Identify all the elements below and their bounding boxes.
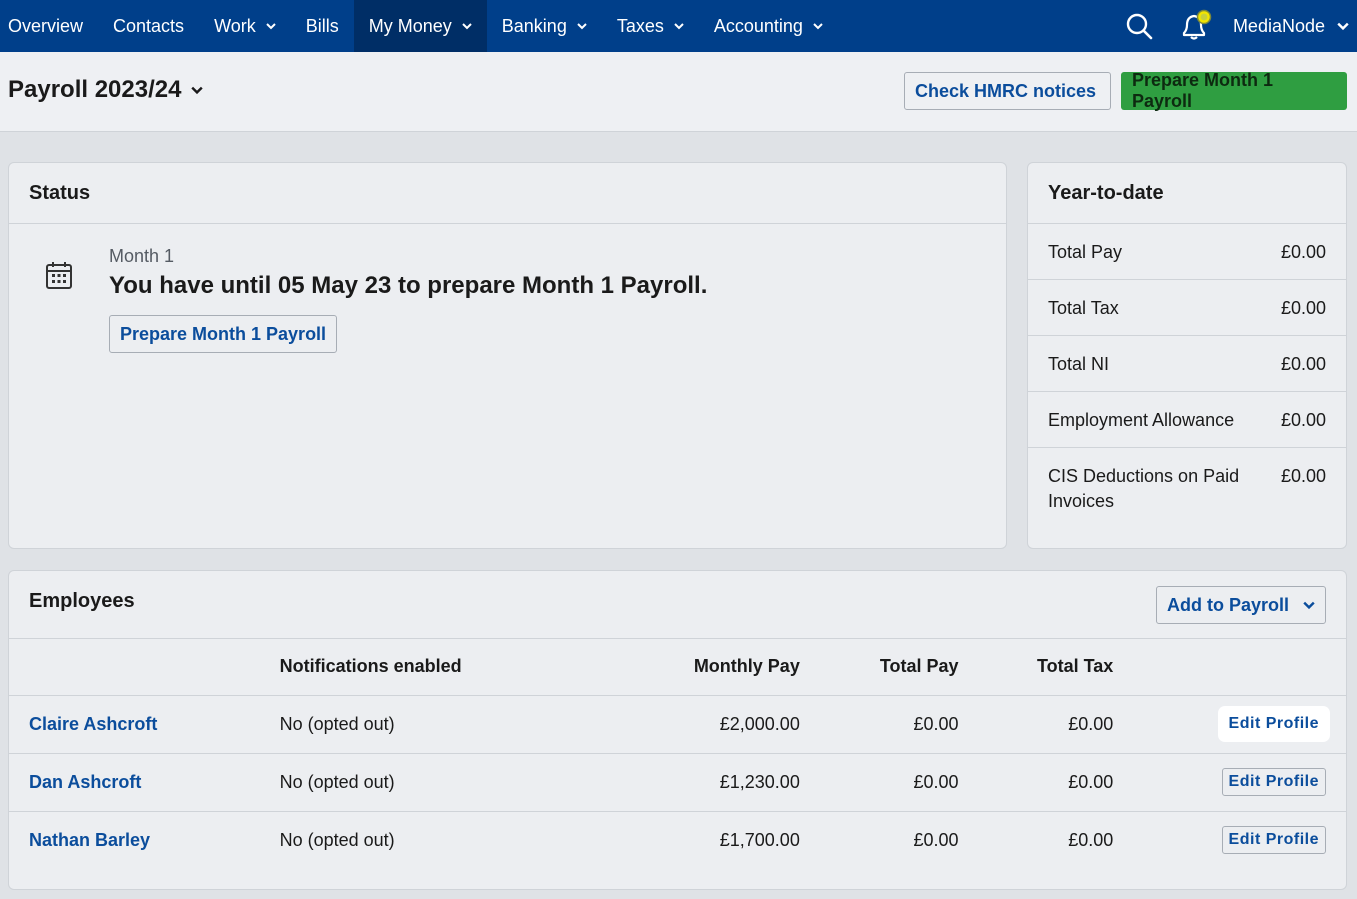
actions-cell: Edit Profile	[1113, 695, 1346, 754]
actions-cell: Edit Profile	[1113, 811, 1346, 869]
ytd-row-cis-deductions: CIS Deductions on Paid Invoices £0.00	[1028, 448, 1346, 545]
chevron-down-icon	[1303, 601, 1315, 610]
total-tax-cell: £0.00	[1068, 829, 1114, 850]
ytd-value: £0.00	[1280, 354, 1326, 374]
nav-overview[interactable]: Overview	[0, 0, 98, 52]
monthly-pay-cell: £1,700.00	[719, 829, 800, 850]
payroll-year-selector[interactable]: Payroll 2023/24	[8, 76, 204, 104]
nav-accounting[interactable]: Accounting	[699, 0, 838, 52]
nav-bills-label: Bills	[305, 15, 339, 36]
nav-contacts-label: Contacts	[113, 15, 185, 36]
chevron-down-icon	[462, 23, 472, 30]
add-to-payroll-button[interactable]: Add to Payroll	[1155, 586, 1326, 624]
org-menu[interactable]: MediaNode	[1223, 16, 1357, 37]
chevron-down-icon	[191, 86, 204, 95]
year-to-date-card: Year-to-date Total Pay £0.00 Total Tax £…	[1027, 162, 1347, 549]
ytd-label: Total Tax	[1048, 298, 1119, 318]
table-row: Claire Ashcroft No (opted out) £2,000.00…	[9, 695, 1346, 754]
search-button[interactable]	[1111, 0, 1167, 52]
nav-work-label: Work	[214, 15, 256, 36]
chevron-down-icon	[813, 23, 823, 30]
org-name-label: MediaNode	[1232, 15, 1325, 36]
nav-banking-label: Banking	[501, 15, 567, 36]
status-month: Month 1	[109, 246, 175, 266]
ytd-label: Total Pay	[1048, 242, 1123, 262]
nav-taxes-label: Taxes	[616, 15, 664, 36]
ytd-value: £0.00	[1280, 242, 1326, 262]
edit-profile-button[interactable]: Edit Profile	[1221, 826, 1326, 855]
ytd-label: CIS Deductions on Paid Invoices	[1048, 466, 1240, 511]
monthly-pay-cell: £1,230.00	[579, 753, 800, 812]
col-header-total-pay: Total Pay	[799, 639, 959, 696]
nav-contacts[interactable]: Contacts	[98, 0, 199, 52]
chevron-down-icon	[266, 23, 276, 30]
ytd-row-employment-allowance: Employment Allowance £0.00	[1028, 392, 1346, 448]
search-icon	[1126, 13, 1153, 40]
employees-title: Employees	[29, 590, 135, 612]
nav-work[interactable]: Work	[199, 0, 291, 52]
chevron-down-icon	[577, 23, 587, 30]
employee-name-link[interactable]: Claire Ashcroft	[9, 695, 280, 754]
edit-profile-button[interactable]: Edit Profile	[1221, 768, 1326, 796]
ytd-value: £0.00	[1280, 466, 1326, 486]
nav-banking[interactable]: Banking	[487, 0, 602, 52]
add-to-payroll-label: Add to Payroll	[1166, 594, 1289, 615]
notifications-cell: No (opted out)	[279, 829, 395, 850]
ytd-value: £0.00	[1280, 410, 1326, 430]
employee-name-link[interactable]: Dan Ashcroft	[9, 753, 280, 812]
total-tax-cell: £0.00	[958, 695, 1114, 754]
ytd-value: £0.00	[1280, 298, 1326, 318]
col-header-notifications: Notifications enabled	[279, 639, 580, 696]
ytd-label: Employment Allowance	[1048, 410, 1235, 430]
status-prepare-payroll-button[interactable]: Prepare Month 1 Payroll	[109, 315, 338, 353]
bell-icon	[1182, 9, 1212, 40]
col-header-name	[9, 639, 280, 696]
top-nav: Overview Contacts Work Bills My Money Ba…	[0, 0, 1357, 52]
col-header-total-tax: Total Tax	[958, 639, 1114, 696]
notifications-button[interactable]	[1167, 0, 1223, 52]
calendar-icon	[46, 262, 72, 289]
check-hmrc-notices-button[interactable]: Check HMRC notices	[904, 72, 1111, 110]
total-pay-cell: £0.00	[799, 695, 959, 754]
col-header-actions	[1113, 639, 1346, 696]
ytd-row-total-ni: Total NI £0.00	[1028, 336, 1346, 392]
ytd-title: Year-to-date	[1048, 181, 1164, 204]
table-row: Dan Ashcroft No (opted out) £1,230.00 £0…	[9, 753, 1346, 812]
page-title: Payroll 2023/24	[8, 76, 182, 103]
ytd-row-total-pay: Total Pay £0.00	[1028, 224, 1346, 280]
ytd-label: Total NI	[1048, 354, 1110, 374]
monthly-pay-cell: £2,000.00	[579, 695, 800, 754]
employees-table: Notifications enabled Monthly Pay Total …	[9, 639, 1346, 869]
employees-card: Employees Add to Payroll Notifications e…	[8, 570, 1347, 890]
status-message: You have until 05 May 23 to prepare Mont…	[109, 272, 708, 299]
actions-cell: Edit Profile	[1113, 753, 1346, 812]
status-card: Status Month 1 You have until 05 May 23 …	[8, 162, 1007, 549]
page-header: Payroll 2023/24 Check HMRC notices Prepa…	[0, 52, 1357, 132]
notifications-cell: No (opted out)	[279, 695, 580, 754]
table-header-row: Notifications enabled Monthly Pay Total …	[9, 639, 1346, 696]
table-row: Nathan Barley No (opted out) £1,700.00 £…	[9, 811, 1346, 869]
total-pay-cell: £0.00	[799, 753, 959, 812]
chevron-down-icon	[674, 23, 684, 30]
nav-bills[interactable]: Bills	[291, 0, 354, 52]
employee-name-link[interactable]: Nathan Barley	[9, 811, 280, 869]
col-header-monthly-pay: Monthly Pay	[579, 639, 800, 696]
nav-accounting-label: Accounting	[713, 15, 803, 36]
total-tax-cell: £0.00	[958, 753, 1114, 812]
total-pay-cell: £0.00	[913, 829, 959, 850]
edit-profile-button[interactable]: Edit Profile	[1221, 710, 1326, 738]
status-title: Status	[29, 181, 91, 204]
ytd-row-total-tax: Total Tax £0.00	[1028, 280, 1346, 336]
nav-taxes[interactable]: Taxes	[602, 0, 699, 52]
notifications-cell: No (opted out)	[279, 753, 580, 812]
prepare-payroll-button[interactable]: Prepare Month 1 Payroll	[1121, 70, 1347, 111]
nav-my-money-label: My Money	[368, 15, 452, 36]
nav-overview-label: Overview	[8, 15, 84, 36]
chevron-down-icon	[1337, 22, 1349, 31]
nav-my-money[interactable]: My Money	[353, 0, 487, 52]
